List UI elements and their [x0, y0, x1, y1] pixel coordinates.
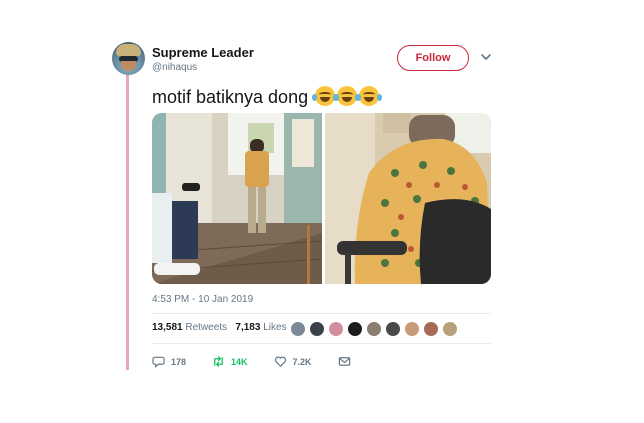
retweet-button[interactable]: 14K — [212, 355, 248, 368]
tweet-text-body: motif batiknya dong — [152, 87, 309, 107]
divider — [152, 313, 491, 314]
retweets-label[interactable]: Retweets — [185, 322, 227, 333]
thread-line — [126, 74, 129, 370]
tweet-text: motif batiknya dong — [152, 86, 383, 108]
direct-message-button[interactable] — [338, 355, 351, 368]
like-count: 7.2K — [292, 356, 312, 367]
reply-icon — [152, 356, 165, 368]
likes-count[interactable]: 7,183 — [235, 322, 260, 333]
retweet-count: 14K — [231, 356, 248, 367]
retweets-count[interactable]: 13,581 — [152, 322, 183, 333]
display-name[interactable]: Supreme Leader — [152, 45, 254, 60]
liker-avatar[interactable] — [290, 321, 306, 337]
tweet-photo-2[interactable] — [325, 113, 491, 284]
engagement-stats: 13,581 Retweets 7,183 Likes — [152, 322, 287, 333]
reply-count: 178 — [171, 356, 187, 367]
tweet-actions: 178 14K 7.2K — [152, 355, 377, 368]
like-button[interactable]: 7.2K — [274, 355, 312, 368]
liker-avatar[interactable] — [309, 321, 325, 337]
liker-avatar[interactable] — [442, 321, 458, 337]
laughing-emoji-icon — [334, 86, 361, 106]
follow-button[interactable]: Follow — [397, 45, 469, 71]
liker-avatar[interactable] — [328, 321, 344, 337]
laughing-emoji-icon — [356, 86, 383, 106]
avatar-face — [121, 61, 136, 71]
liker-avatar[interactable] — [423, 321, 439, 337]
likes-label[interactable]: Likes — [263, 322, 286, 333]
tweet-photo-1[interactable] — [152, 113, 322, 284]
reply-button[interactable]: 178 — [152, 355, 186, 368]
user-handle[interactable]: @nihaqus — [152, 62, 197, 73]
avatar[interactable] — [112, 42, 145, 75]
heart-icon — [274, 356, 286, 367]
chevron-down-icon[interactable] — [480, 51, 492, 63]
laughing-emoji-icon — [312, 86, 339, 106]
avatar-hat — [116, 44, 141, 56]
tweet-timestamp[interactable]: 4:53 PM - 10 Jan 2019 — [152, 294, 253, 305]
liker-avatar[interactable] — [366, 321, 382, 337]
liker-avatar[interactable] — [347, 321, 363, 337]
liker-avatars — [290, 321, 458, 337]
photo-batik-shirt — [325, 113, 491, 284]
liker-avatar[interactable] — [385, 321, 401, 337]
photo-classroom — [152, 113, 322, 284]
envelope-icon — [338, 357, 350, 366]
retweet-icon — [214, 356, 223, 367]
divider — [152, 343, 491, 344]
liker-avatar[interactable] — [404, 321, 420, 337]
